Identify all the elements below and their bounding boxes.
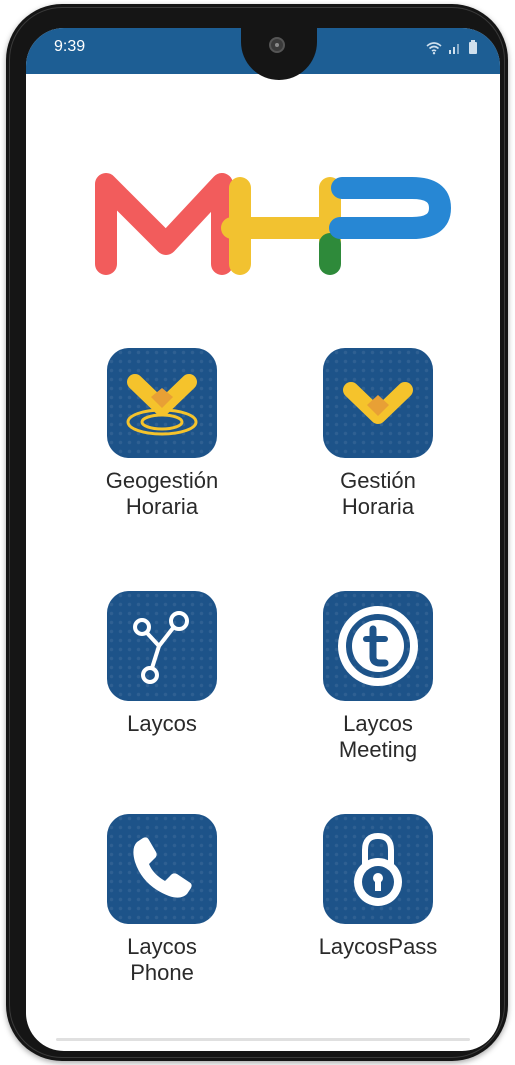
app-label: Laycos Phone <box>127 934 197 985</box>
app-laycospass[interactable]: LaycosPass <box>293 814 463 960</box>
laycos-meeting-icon[interactable] <box>323 591 433 701</box>
battery-icon <box>469 40 477 54</box>
app-geogestion-horaria[interactable]: Geogestión Horaria <box>77 348 247 520</box>
app-gestion-horaria[interactable]: Gestión Horaria <box>293 348 463 520</box>
app-label: Gestión Horaria <box>340 468 416 519</box>
app-laycos[interactable]: Laycos <box>77 591 247 737</box>
app-label: Geogestión Horaria <box>105 468 219 519</box>
laycos-phone-icon[interactable] <box>107 814 217 924</box>
phone-screen: 9:39 Geogestión Horaria Gestión Horaria … <box>26 28 500 1051</box>
app-label: Laycos <box>127 711 197 736</box>
status-icons <box>426 40 478 55</box>
laycospass-icon[interactable] <box>323 814 433 924</box>
app-laycos-meeting[interactable]: Laycos Meeting <box>293 591 463 763</box>
front-camera-icon <box>269 37 285 53</box>
status-time: 9:39 <box>54 38 86 55</box>
wifi-icon <box>426 41 442 54</box>
geogestion-icon[interactable] <box>107 348 217 458</box>
gestion-horaria-icon[interactable] <box>323 348 433 458</box>
signal-icon <box>449 43 459 54</box>
home-indicator[interactable] <box>56 1038 470 1041</box>
phone-frame: 9:39 Geogestión Horaria Gestión Horaria … <box>6 4 508 1061</box>
mhp-logo <box>95 173 451 275</box>
app-label: LaycosPass <box>318 934 438 959</box>
laycos-icon[interactable] <box>107 591 217 701</box>
app-laycos-phone[interactable]: Laycos Phone <box>77 814 247 986</box>
app-label: Laycos Meeting <box>338 711 418 762</box>
